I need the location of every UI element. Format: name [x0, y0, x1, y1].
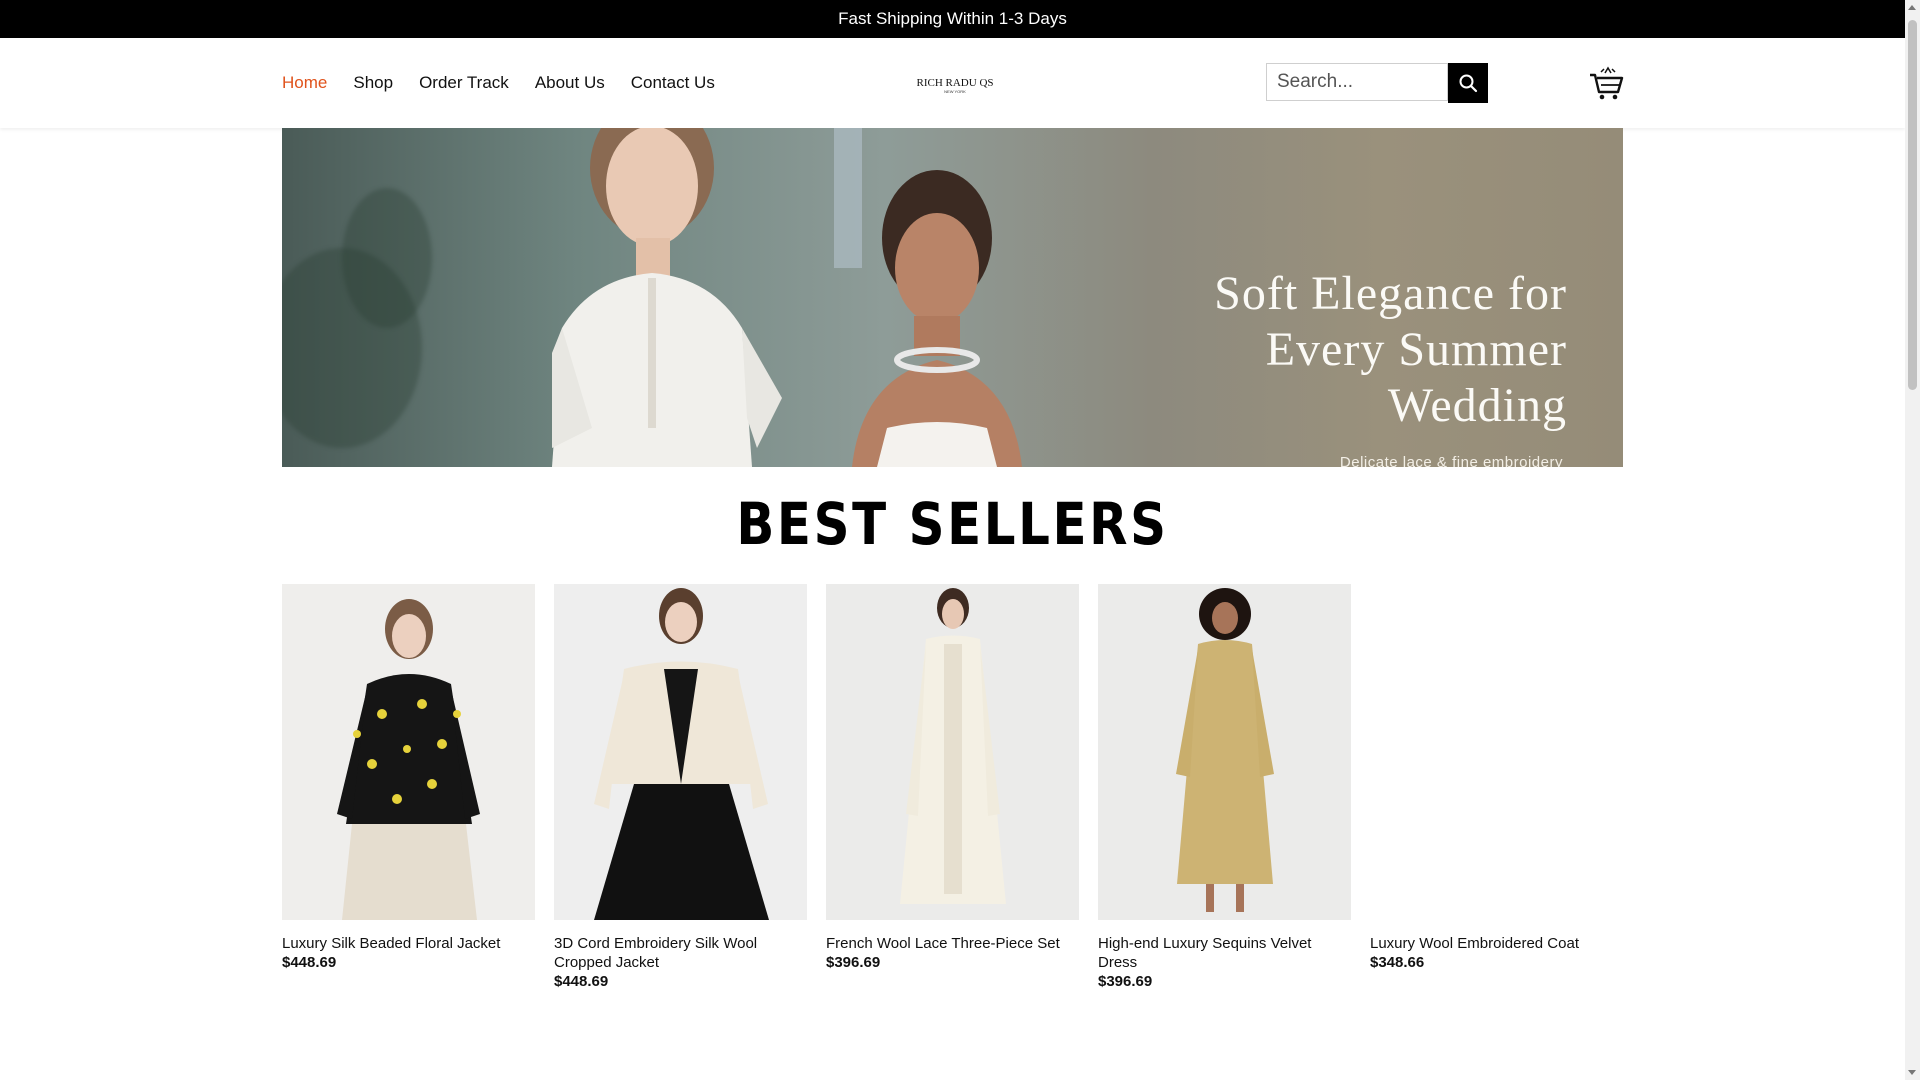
logo-text: RICH RADU QS [917, 77, 993, 89]
product-price: $448.69 [554, 973, 609, 990]
product-photo [554, 584, 807, 920]
nav-contact-us[interactable]: Contact Us [631, 73, 715, 93]
product-photo [826, 584, 1079, 920]
product-photo [282, 584, 535, 920]
hero-models-image [552, 128, 1022, 467]
brand-logo[interactable]: RICH RADU QS NEW YORK [917, 72, 993, 96]
nav-about-us[interactable]: About Us [535, 73, 605, 93]
hero-subline: Delicate lace & fine embroidery [1339, 454, 1563, 467]
product-card[interactable]: French Wool Lace Three-Piece Set $396.69 [826, 584, 1079, 991]
announcement-text: Fast Shipping Within 1-3 Days [838, 9, 1067, 28]
nav-home[interactable]: Home [282, 73, 327, 93]
product-name[interactable]: 3D Cord Embroidery Silk Wool Cropped Jac… [554, 934, 807, 972]
product-card[interactable]: Luxury Wool Embroidered Coat $348.66 [1370, 584, 1623, 991]
product-name[interactable]: French Wool Lace Three-Piece Set [826, 934, 1079, 953]
product-card[interactable]: 3D Cord Embroidery Silk Wool Cropped Jac… [554, 584, 807, 991]
product-grid: Luxury Silk Beaded Floral Jacket $448.69… [282, 584, 1623, 991]
hero-headline-line: Every Summer [1265, 323, 1567, 376]
product-image[interactable] [554, 584, 807, 920]
product-name[interactable]: Luxury Silk Beaded Floral Jacket [282, 934, 535, 953]
nav-shop[interactable]: Shop [353, 73, 393, 93]
page-scrollbar[interactable] [1905, 0, 1920, 1080]
nav-order-track[interactable]: Order Track [419, 73, 509, 93]
product-card[interactable]: High-end Luxury Sequins Velvet Dress $39… [1098, 584, 1351, 991]
product-name[interactable]: Luxury Wool Embroidered Coat [1370, 934, 1623, 953]
foliage-shape [342, 188, 432, 328]
product-name[interactable]: High-end Luxury Sequins Velvet Dress [1098, 934, 1351, 972]
hero-headline-line: Soft Elegance for [1214, 267, 1567, 320]
cart-button[interactable] [1588, 66, 1624, 102]
cart-icon [1590, 66, 1624, 100]
search-form [1266, 63, 1488, 103]
product-image[interactable] [826, 584, 1079, 920]
logo-subtext: NEW YORK [944, 89, 966, 94]
hero-headline: Soft Elegance for Every Summer Wedding [1214, 266, 1567, 434]
search-button[interactable] [1448, 63, 1488, 103]
scroll-down-icon[interactable] [1908, 1070, 1916, 1075]
product-image[interactable] [1098, 584, 1351, 920]
product-card[interactable]: Luxury Silk Beaded Floral Jacket $448.69 [282, 584, 535, 991]
product-image[interactable] [282, 584, 535, 920]
section-title: BEST SELLERS [736, 490, 1169, 558]
hero-banner[interactable]: Soft Elegance for Every Summer Wedding D… [282, 128, 1623, 467]
brand-logo-mark: RICH RADU QS NEW YORK [917, 77, 993, 94]
scrollbar-thumb[interactable] [1908, 20, 1917, 390]
product-photo [1098, 584, 1351, 920]
product-price: $448.69 [282, 954, 337, 971]
product-image[interactable] [1370, 584, 1623, 920]
product-price: $396.69 [1098, 973, 1153, 990]
hero-headline-line: Wedding [1387, 379, 1567, 432]
main-nav: Home Shop Order Track About Us Contact U… [282, 38, 715, 128]
search-input[interactable] [1266, 63, 1448, 101]
site-header: Home Shop Order Track About Us Contact U… [0, 38, 1905, 128]
product-price: $396.69 [826, 954, 881, 971]
product-price: $348.66 [1370, 954, 1425, 971]
announcement-bar: Fast Shipping Within 1-3 Days [0, 0, 1905, 38]
scroll-up-icon[interactable] [1908, 5, 1916, 10]
search-icon [1459, 74, 1478, 93]
